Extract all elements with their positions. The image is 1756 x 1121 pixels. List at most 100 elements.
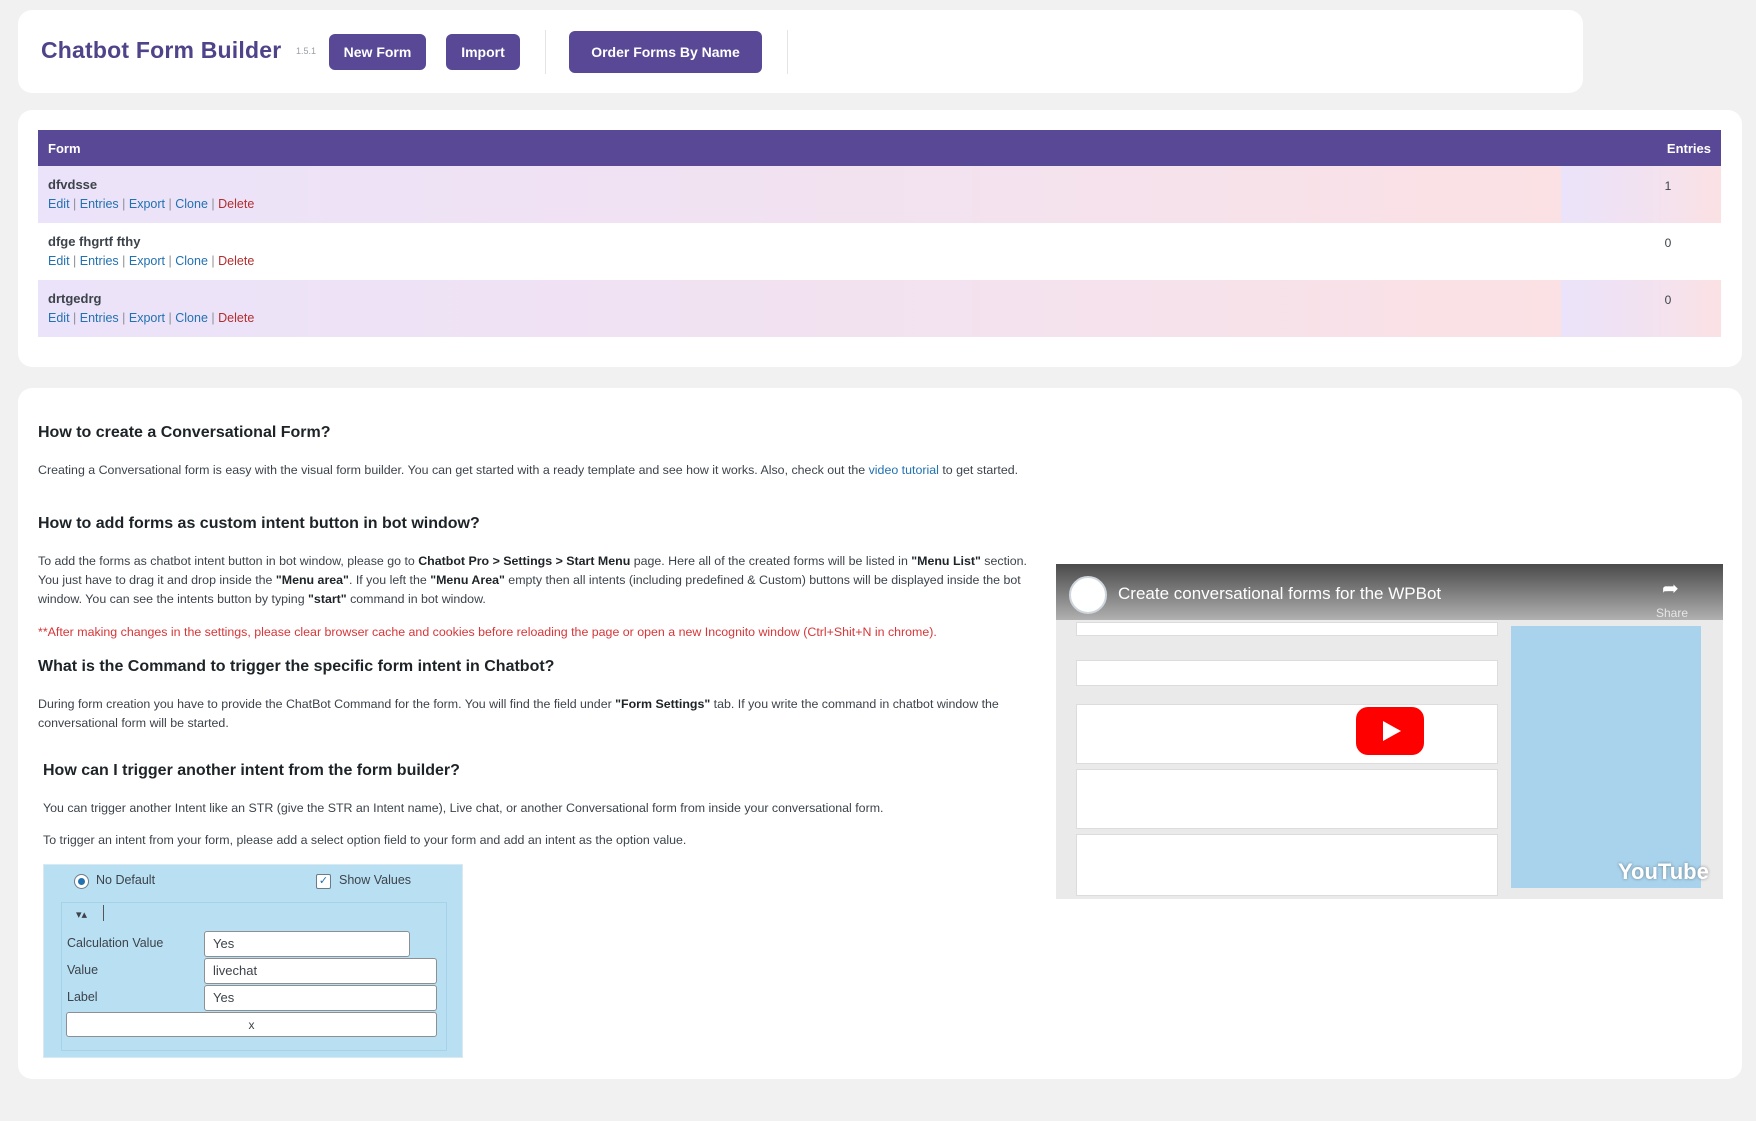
clone-link[interactable]: Clone <box>175 197 208 211</box>
emphasis: "Form Settings" <box>615 697 711 711</box>
separator: | <box>211 311 215 325</box>
import-button[interactable]: Import <box>446 34 520 70</box>
edit-link[interactable]: Edit <box>48 254 70 268</box>
remove-option-button[interactable]: x <box>66 1012 437 1037</box>
forms-table-card: Form Entries dfvdsse Edit | Entries | Ex… <box>18 110 1742 367</box>
divider <box>545 30 546 74</box>
text: command in bot window. <box>346 592 486 606</box>
clone-link[interactable]: Clone <box>175 254 208 268</box>
video-tutorial-link[interactable]: video tutorial <box>869 463 939 477</box>
faq-text-intent-button: To add the forms as chatbot intent butto… <box>38 552 1038 609</box>
help-card: How to create a Conversational Form? Cre… <box>18 388 1742 1079</box>
faq-text-command: During form creation you have to provide… <box>38 695 1038 733</box>
entries-link[interactable]: Entries <box>80 311 119 325</box>
video-embed[interactable]: Create conversational forms for the WPBo… <box>1056 564 1723 899</box>
separator: | <box>73 311 77 325</box>
separator: | <box>168 197 172 211</box>
label-input[interactable]: Yes <box>204 985 437 1011</box>
separator: | <box>73 197 77 211</box>
faq-heading-trigger: How can I trigger another intent from th… <box>43 762 460 779</box>
separator: | <box>122 311 126 325</box>
divider <box>787 30 788 74</box>
share-label[interactable]: Share <box>1656 606 1688 620</box>
entries-count: 0 <box>1664 236 1672 250</box>
faq-heading-intent-button: How to add forms as custom intent button… <box>38 515 480 532</box>
emphasis: "Menu List" <box>911 554 981 568</box>
order-forms-button[interactable]: Order Forms By Name <box>569 31 762 73</box>
clone-link[interactable]: Clone <box>175 311 208 325</box>
separator: | <box>211 254 215 268</box>
form-name: dfvdsse <box>48 177 98 192</box>
delete-link[interactable]: Delete <box>218 254 254 268</box>
row-actions: Edit | Entries | Export | Clone | Delete <box>48 197 1551 211</box>
cache-warning: **After making changes in the settings, … <box>38 625 937 639</box>
no-default-radio[interactable] <box>74 874 89 889</box>
text: During form creation you have to provide… <box>38 697 616 711</box>
text: to get started. <box>938 463 1019 477</box>
separator: | <box>122 254 126 268</box>
column-header-entries: Entries <box>1561 130 1721 166</box>
entries-count: 0 <box>1664 293 1672 307</box>
youtube-logo[interactable]: YouTube <box>1618 859 1709 885</box>
faq-text-create: Creating a Conversational form is easy w… <box>38 461 1038 480</box>
row-actions: Edit | Entries | Export | Clone | Delete <box>48 311 1551 325</box>
table-row: drtgedrg Edit | Entries | Export | Clone… <box>38 280 1721 337</box>
faq-heading-create: How to create a Conversational Form? <box>38 424 331 441</box>
edit-link[interactable]: Edit <box>48 311 70 325</box>
play-button-icon[interactable] <box>1356 707 1424 755</box>
calculation-value-label: Calculation Value <box>67 936 164 950</box>
video-form-field <box>1076 704 1498 764</box>
channel-logo-icon[interactable] <box>1069 576 1107 614</box>
edit-link[interactable]: Edit <box>48 197 70 211</box>
separator: | <box>168 311 172 325</box>
separator: | <box>168 254 172 268</box>
export-link[interactable]: Export <box>129 311 165 325</box>
delete-link[interactable]: Delete <box>218 197 254 211</box>
export-link[interactable]: Export <box>129 197 165 211</box>
value-input[interactable]: livechat <box>204 958 437 984</box>
label-label: Label <box>67 990 98 1004</box>
emphasis: "Menu area" <box>275 573 349 587</box>
no-default-label: No Default <box>96 873 156 887</box>
video-title[interactable]: Create conversational forms for the WPBo… <box>1118 584 1441 604</box>
video-form-field <box>1076 660 1498 686</box>
video-form-field <box>1076 834 1498 896</box>
forms-table: Form Entries dfvdsse Edit | Entries | Ex… <box>38 130 1721 337</box>
separator: | <box>73 254 77 268</box>
share-icon[interactable]: ➦ <box>1662 576 1679 601</box>
delete-link[interactable]: Delete <box>218 311 254 325</box>
form-name: dfge fhgrtf fthy <box>48 234 141 249</box>
new-form-button[interactable]: New Form <box>329 34 426 70</box>
text: To add the forms as chatbot intent butto… <box>38 554 419 568</box>
faq-text-trigger: You can trigger another Intent like an S… <box>43 801 884 815</box>
table-row: dfge fhgrtf fthy Edit | Entries | Export… <box>38 223 1721 280</box>
value-label: Value <box>67 963 99 977</box>
header-bar: Chatbot Form Builder 1.5.1 New Form Impo… <box>18 10 1583 93</box>
emphasis: "Menu Area" <box>430 573 505 587</box>
entries-count: 1 <box>1664 179 1672 193</box>
emphasis: "start" <box>308 592 347 606</box>
calculation-value-input[interactable]: Yes <box>204 931 410 957</box>
column-header-form: Form <box>38 130 1561 166</box>
export-link[interactable]: Export <box>129 254 165 268</box>
table-row: dfvdsse Edit | Entries | Export | Clone … <box>38 166 1721 223</box>
text: . If you left the <box>348 573 431 587</box>
table-header-row: Form Entries <box>38 130 1721 166</box>
text: Creating a Conversational form is easy w… <box>38 463 869 477</box>
entries-link[interactable]: Entries <box>80 197 119 211</box>
entries-link[interactable]: Entries <box>80 254 119 268</box>
video-form-field <box>1076 769 1498 829</box>
faq-text-select-option: To trigger an intent from your form, ple… <box>43 833 687 847</box>
show-values-checkbox[interactable]: ✓ <box>316 874 331 889</box>
separator: | <box>122 197 126 211</box>
video-settings-panel <box>1511 626 1701 888</box>
faq-heading-command: What is the Command to trigger the speci… <box>38 658 555 675</box>
row-actions: Edit | Entries | Export | Clone | Delete <box>48 254 1551 268</box>
show-values-label: Show Values <box>339 873 412 887</box>
text: page. Here all of the created forms will… <box>630 554 912 568</box>
sort-handle-icon[interactable]: ▾▴ <box>76 908 87 921</box>
version-label: 1.5.1 <box>296 46 317 56</box>
page-title: Chatbot Form Builder <box>41 37 282 63</box>
separator: | <box>211 197 215 211</box>
video-form-field <box>1076 622 1498 636</box>
